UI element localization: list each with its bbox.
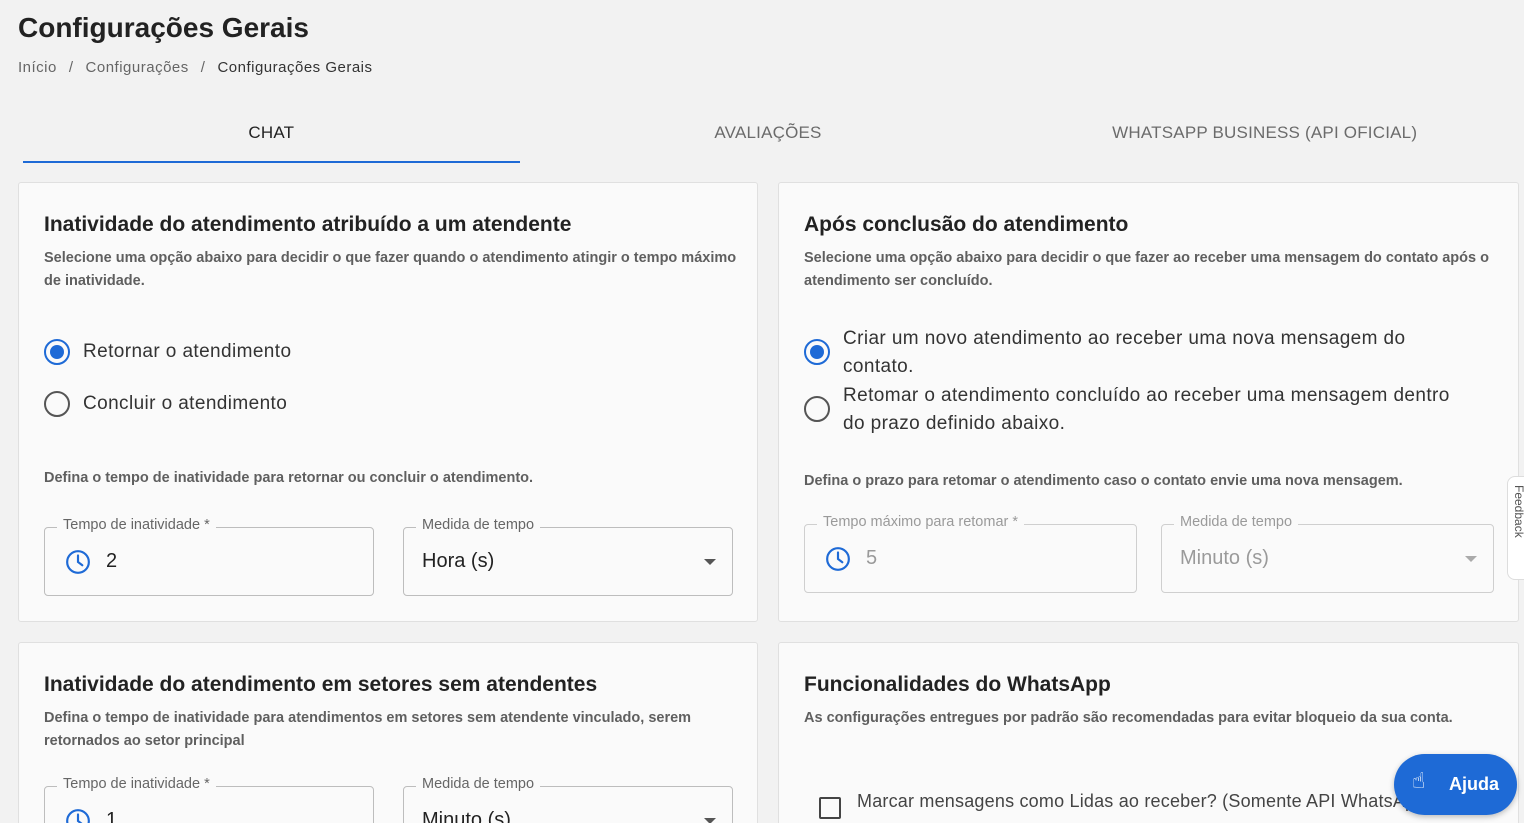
time-unit-select[interactable]: Medida de tempo Minuto (s)	[1161, 514, 1494, 593]
chevron-down-icon[interactable]	[1465, 556, 1477, 562]
clock-icon	[826, 547, 850, 571]
card-description: Defina o tempo de inatividade para atend…	[44, 710, 692, 749]
card-description: Selecione uma opção abaixo para decidir …	[44, 250, 737, 289]
field-label: Tempo de inatividade *	[57, 776, 216, 792]
radio-label: Criar um novo atendimento ao receber uma…	[843, 328, 1406, 377]
radio-option-new-ticket[interactable]: Criar um novo atendimento ao receber uma…	[804, 325, 1464, 381]
hand-pointer-icon: ☝	[1412, 768, 1426, 793]
card-inactivity-agent: Inatividade do atendimento atribuído a u…	[18, 182, 758, 622]
radio-label: Retornar o atendimento	[83, 341, 292, 362]
tab-whatsapp-business[interactable]: WHATSAPP BUSINESS (API OFICIAL)	[1016, 105, 1513, 163]
select-value: Minuto (s)	[422, 809, 511, 823]
inactivity-time-input[interactable]: 2	[106, 550, 117, 573]
chevron-down-icon[interactable]	[704, 559, 716, 565]
mark-read-checkbox[interactable]	[819, 797, 841, 819]
breadcrumb: Início / Configurações / Configurações G…	[18, 59, 373, 76]
resume-time-input[interactable]: 5	[866, 547, 877, 570]
breadcrumb-current: Configurações Gerais	[217, 59, 373, 76]
feedback-label: Feedback	[1512, 485, 1524, 538]
inactivity-time-input[interactable]: 1	[106, 809, 117, 823]
tab-bar: CHAT AVALIAÇÕES WHATSAPP BUSINESS (API O…	[23, 105, 1513, 163]
card-title: Após conclusão do atendimento	[804, 213, 1129, 236]
radio-label: Concluir o atendimento	[83, 393, 288, 414]
radio-label: Retomar o atendimento concluído ao receb…	[843, 385, 1450, 434]
inactivity-time-field[interactable]: Tempo de inatividade * 1	[44, 776, 374, 823]
clock-icon	[66, 809, 90, 823]
tab-chat[interactable]: CHAT	[23, 105, 520, 163]
clock-icon	[66, 550, 90, 574]
help-button[interactable]: ☝ Ajuda	[1394, 754, 1517, 815]
card-after-completion: Após conclusão do atendimento Selecione …	[778, 182, 1519, 622]
breadcrumb-separator: /	[68, 59, 74, 76]
radio-unchecked-icon[interactable]	[44, 391, 70, 417]
field-label: Tempo de inatividade *	[57, 517, 216, 533]
radio-option-return[interactable]: Retornar o atendimento	[44, 338, 291, 366]
radio-unchecked-icon[interactable]	[804, 396, 830, 422]
radio-checked-icon[interactable]	[44, 339, 70, 365]
card-hint: Defina o tempo de inatividade para retor…	[44, 470, 534, 486]
breadcrumb-separator: /	[200, 59, 206, 76]
help-label: Ajuda	[1448, 774, 1499, 794]
resume-time-field[interactable]: Tempo máximo para retomar * 5	[804, 514, 1137, 593]
select-value: Hora (s)	[422, 550, 495, 572]
breadcrumb-home[interactable]: Início	[18, 59, 57, 76]
field-label: Medida de tempo	[416, 517, 541, 533]
chevron-down-icon[interactable]	[704, 818, 716, 823]
field-label: Tempo máximo para retomar *	[817, 514, 1025, 530]
radio-option-conclude[interactable]: Concluir o atendimento	[44, 390, 287, 418]
card-title: Inatividade do atendimento atribuído a u…	[44, 213, 572, 236]
select-value: Minuto (s)	[1180, 547, 1269, 569]
card-hint: Defina o prazo para retomar o atendiment…	[804, 473, 1403, 489]
time-unit-select[interactable]: Medida de tempo Minuto (s)	[403, 776, 733, 823]
card-description: Selecione uma opção abaixo para decidir …	[804, 250, 1489, 289]
card-title: Funcionalidades do WhatsApp	[804, 673, 1111, 696]
checkbox-label: Marcar mensagens como Lidas ao receber? …	[857, 791, 1475, 811]
field-label: Medida de tempo	[1174, 514, 1299, 530]
inactivity-time-field[interactable]: Tempo de inatividade * 2	[44, 517, 374, 596]
card-title: Inatividade do atendimento em setores se…	[44, 673, 598, 696]
card-description: As configurações entregues por padrão sã…	[804, 710, 1453, 726]
feedback-tab[interactable]: Feedback	[1507, 476, 1524, 580]
page-title: Configurações Gerais	[18, 12, 309, 43]
radio-option-resume-ticket[interactable]: Retomar o atendimento concluído ao receb…	[804, 382, 1464, 438]
field-label: Medida de tempo	[416, 776, 541, 792]
radio-checked-icon[interactable]	[804, 339, 830, 365]
card-inactivity-sectors: Inatividade do atendimento em setores se…	[18, 642, 758, 823]
time-unit-select[interactable]: Medida de tempo Hora (s)	[403, 517, 733, 596]
tab-avaliacoes[interactable]: AVALIAÇÕES	[520, 105, 1017, 163]
breadcrumb-settings[interactable]: Configurações	[86, 59, 189, 76]
